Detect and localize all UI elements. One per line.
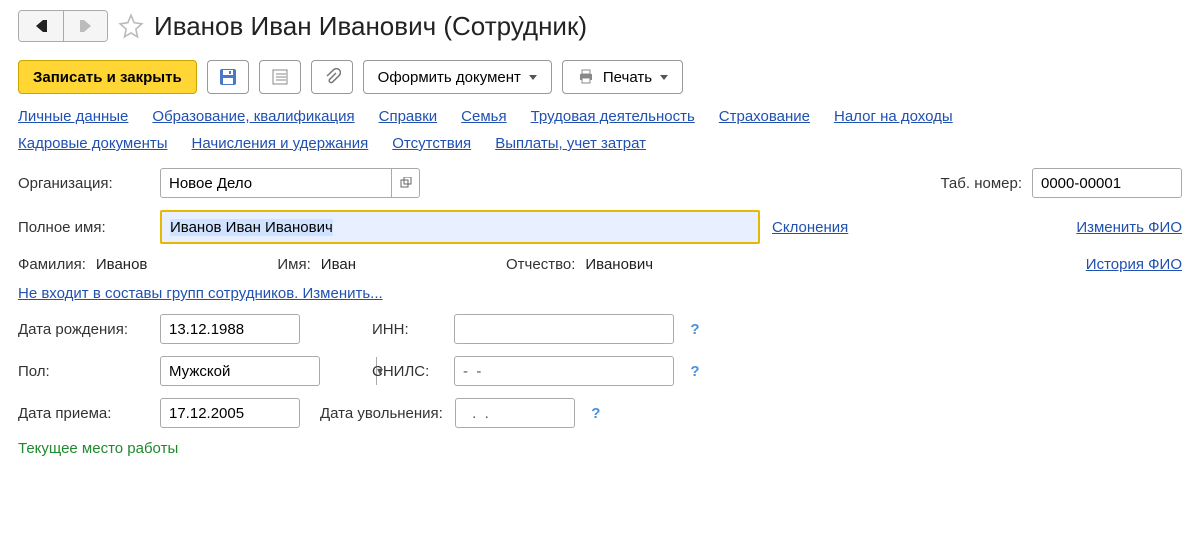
tabno-input[interactable] (1032, 168, 1182, 198)
tab-education[interactable]: Образование, квалификация (152, 108, 354, 125)
tabno-label: Таб. номер: (940, 175, 1022, 192)
patronymic-value: Иванович (585, 256, 653, 273)
list-icon (271, 68, 289, 86)
attach-button[interactable] (311, 60, 353, 94)
inn-input[interactable] (454, 314, 674, 344)
history-fio-link[interactable]: История ФИО (1086, 256, 1182, 273)
sex-select[interactable]: ▾ (160, 356, 320, 386)
chevron-down-icon (660, 75, 668, 80)
tab-insurance[interactable]: Страхование (719, 108, 810, 125)
tab-hr-documents[interactable]: Кадровые документы (18, 135, 168, 152)
name-label: Имя: (277, 256, 310, 273)
tab-references[interactable]: Справки (379, 108, 438, 125)
organization-label: Организация: (18, 175, 148, 192)
fullname-label: Полное имя: (18, 219, 148, 236)
sex-value[interactable] (161, 357, 376, 385)
print-label: Печать (603, 69, 652, 86)
snils-input[interactable] (454, 356, 674, 386)
change-fio-link[interactable]: Изменить ФИО (1076, 219, 1182, 236)
inn-help-icon[interactable]: ? (686, 321, 704, 338)
save-icon (219, 68, 237, 86)
list-button[interactable] (259, 60, 301, 94)
tab-personal-data[interactable]: Личные данные (18, 108, 128, 125)
sex-label: Пол: (18, 363, 148, 380)
save-close-label: Записать и закрыть (33, 69, 182, 86)
nav-forward-button[interactable] (63, 11, 107, 41)
favorite-star-icon[interactable] (118, 13, 144, 39)
fullname-input-wrap (160, 210, 760, 244)
page-title: Иванов Иван Иванович (Сотрудник) (154, 11, 587, 42)
dob-label: Дата рождения: (18, 321, 148, 338)
surname-value: Иванов (96, 256, 148, 273)
organization-input-wrap (160, 168, 420, 198)
hire-date-input[interactable] (160, 398, 300, 428)
chevron-down-icon (529, 75, 537, 80)
tab-work-activity[interactable]: Трудовая деятельность (531, 108, 695, 125)
surname-label: Фамилия: (18, 256, 86, 273)
dob-input[interactable] (160, 314, 300, 344)
tabs-row-1: Личные данные Образование, квалификация … (18, 108, 1182, 125)
open-reference-icon[interactable] (391, 169, 419, 197)
snils-help-icon[interactable]: ? (686, 363, 704, 380)
inn-label: ИНН: (372, 321, 442, 338)
issue-document-button[interactable]: Оформить документ (363, 60, 552, 94)
fire-help-icon[interactable]: ? (587, 405, 605, 422)
printer-icon (577, 68, 595, 86)
tab-income-tax[interactable]: Налог на доходы (834, 108, 953, 125)
save-close-button[interactable]: Записать и закрыть (18, 60, 197, 94)
tab-payments[interactable]: Выплаты, учет затрат (495, 135, 646, 152)
tab-accruals[interactable]: Начисления и удержания (192, 135, 369, 152)
employee-groups-link[interactable]: Не входит в составы групп сотрудников. И… (18, 285, 383, 302)
print-button[interactable]: Печать (562, 60, 683, 94)
save-button[interactable] (207, 60, 249, 94)
tab-absences[interactable]: Отсутствия (392, 135, 471, 152)
nav-history (18, 10, 108, 42)
snils-label: СНИЛС: (372, 363, 442, 380)
current-workplace-heading: Текущее место работы (18, 440, 1182, 457)
fire-date-label: Дата увольнения: (320, 405, 443, 422)
issue-document-label: Оформить документ (378, 69, 521, 86)
tab-family[interactable]: Семья (461, 108, 506, 125)
patronymic-label: Отчество: (506, 256, 575, 273)
arrow-left-icon (32, 18, 50, 34)
organization-input[interactable] (161, 169, 391, 197)
name-value: Иван (321, 256, 356, 273)
tabs-row-2: Кадровые документы Начисления и удержани… (18, 135, 1182, 152)
declensions-link[interactable]: Склонения (772, 219, 848, 236)
arrow-right-icon (77, 18, 95, 34)
hire-date-label: Дата приема: (18, 405, 148, 422)
fullname-input[interactable] (162, 212, 758, 242)
paperclip-icon (323, 68, 341, 86)
fire-date-input[interactable] (455, 398, 575, 428)
nav-back-button[interactable] (19, 11, 63, 41)
